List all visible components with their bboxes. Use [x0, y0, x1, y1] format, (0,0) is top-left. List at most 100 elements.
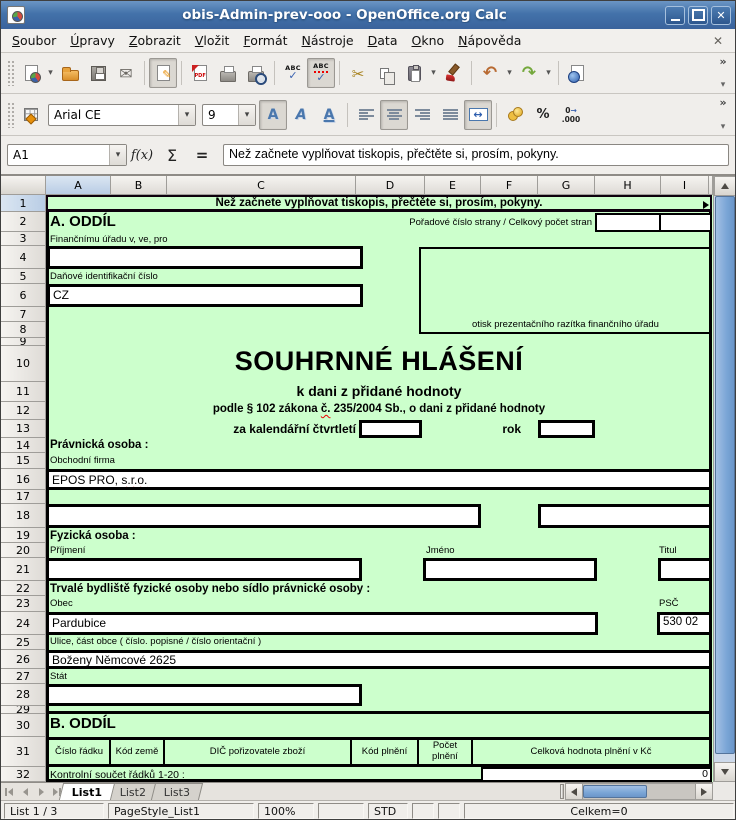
auto-spellcheck-button[interactable]: ABC ✓	[307, 58, 335, 88]
legal-extra-field-2[interactable]	[538, 504, 712, 528]
row-header-cell[interactable]: 4	[1, 246, 46, 269]
column-header-g[interactable]: G	[538, 176, 595, 195]
maximize-button[interactable]	[688, 6, 708, 25]
row-header-cell[interactable]: 10	[1, 346, 46, 382]
row-header-cell[interactable]: 20	[1, 543, 46, 558]
toolbar-more-button[interactable]: »	[719, 55, 726, 68]
menu-nastroje[interactable]: Nástroje	[295, 31, 361, 50]
row-header-cell[interactable]: 28	[1, 684, 46, 706]
function-wizard-button[interactable]: f(x)	[129, 143, 155, 167]
row-header-cell[interactable]: 5	[1, 269, 46, 284]
scroll-left-button[interactable]	[566, 784, 583, 799]
toolbar-grip[interactable]	[7, 102, 14, 128]
firstname-field[interactable]	[423, 558, 597, 581]
degree-field[interactable]	[658, 558, 712, 581]
print-button[interactable]	[214, 58, 242, 88]
menu-okno[interactable]: Okno	[405, 31, 452, 50]
vertical-scroll-thumb[interactable]	[715, 196, 735, 754]
close-button[interactable]	[711, 6, 731, 25]
close-document-icon[interactable]: ✕	[705, 34, 731, 48]
row-header-cell[interactable]: 14	[1, 438, 46, 453]
dic-field[interactable]: CZ	[47, 284, 363, 307]
fin-office-field[interactable]	[47, 246, 363, 269]
row-header-cell[interactable]: 15	[1, 453, 46, 469]
row-header-cell[interactable]: 16	[1, 469, 46, 490]
sheet-tab-list3[interactable]: List3	[151, 783, 203, 800]
new-document-button[interactable]	[17, 58, 45, 88]
quarter-field[interactable]	[359, 420, 422, 438]
paste-dropdown[interactable]	[428, 58, 439, 88]
row-header-cell[interactable]: 18	[1, 504, 46, 528]
underline-button[interactable]: A	[315, 100, 343, 130]
column-header-d[interactable]: D	[356, 176, 425, 195]
justify-button[interactable]	[436, 100, 464, 130]
scroll-down-button[interactable]	[714, 762, 736, 782]
next-sheet-button[interactable]	[33, 783, 49, 800]
pane-splitter[interactable]	[560, 784, 564, 799]
menu-data[interactable]: Data	[361, 31, 405, 50]
page-number-cell[interactable]	[597, 215, 661, 230]
page-total-cell[interactable]	[661, 215, 710, 230]
redo-dropdown[interactable]	[543, 58, 554, 88]
column-header-c[interactable]: C	[167, 176, 356, 195]
row-header-cell[interactable]: 1	[1, 195, 46, 212]
toolbar-more-button[interactable]: »	[719, 96, 726, 109]
toolbar-options-button[interactable]	[721, 72, 726, 91]
font-size-combo[interactable]: 9	[202, 104, 256, 126]
select-all-corner[interactable]	[1, 176, 46, 195]
row-header-cell[interactable]: 11	[1, 382, 46, 402]
menu-format[interactable]: Formát	[236, 31, 294, 50]
number-format-button[interactable]: 0→ .000	[557, 100, 585, 130]
menu-napoveda[interactable]: Nápověda	[451, 31, 528, 50]
menu-soubor[interactable]: Soubor	[5, 31, 63, 50]
percent-format-button[interactable]: %	[529, 100, 557, 130]
italic-button[interactable]: A	[287, 100, 315, 130]
company-field[interactable]: EPOS PRO, s.r.o.	[46, 469, 712, 490]
menu-zobrazit[interactable]: Zobrazit	[122, 31, 188, 50]
row-header-cell[interactable]: 24	[1, 612, 46, 635]
page-preview-button[interactable]	[242, 58, 270, 88]
edit-file-button[interactable]: ✎	[149, 58, 177, 88]
row-header-cell[interactable]: 19	[1, 528, 46, 543]
first-sheet-button[interactable]	[1, 783, 17, 800]
column-header-b[interactable]: B	[111, 176, 167, 195]
row-header-cell[interactable]: 7	[1, 307, 46, 322]
street-field[interactable]: Boženy Němcové 2625	[46, 650, 712, 669]
row-header-cell[interactable]: 6	[1, 284, 46, 307]
cell-reference[interactable]: A1	[8, 148, 109, 162]
zip-field[interactable]: 530 02	[657, 612, 712, 635]
align-left-button[interactable]	[352, 100, 380, 130]
sum-button[interactable]: Σ	[159, 143, 185, 167]
column-header-i[interactable]: I	[661, 176, 709, 195]
row-header-cell[interactable]: 25	[1, 635, 46, 650]
undo-dropdown[interactable]	[504, 58, 515, 88]
toolbar-grip[interactable]	[7, 60, 14, 86]
row-header-cell[interactable]: 8	[1, 322, 46, 338]
sheet-area[interactable]: Než začnete vyplňovat tiskopis, přečtěte…	[46, 195, 713, 782]
hyperlink-button[interactable]	[563, 58, 591, 88]
copy-button[interactable]	[372, 58, 400, 88]
column-header-e[interactable]: E	[425, 176, 481, 195]
surname-field[interactable]	[46, 558, 362, 581]
row-header-cell[interactable]: 21	[1, 558, 46, 581]
row-header-cell[interactable]: 3	[1, 232, 46, 246]
minimize-button[interactable]	[665, 6, 685, 25]
formula-input-line[interactable]: Než začnete vyplňovat tiskopis, přečtěte…	[223, 144, 729, 166]
export-pdf-button[interactable]: PDF	[186, 58, 214, 88]
toolbar-options-button[interactable]	[721, 114, 726, 133]
zoom-panel[interactable]: 100%	[258, 803, 314, 819]
control-sum-cell[interactable]: 0	[481, 767, 712, 782]
title-bar[interactable]: obis-Admin-prev-ooo - OpenOffice.org Cal…	[1, 1, 735, 29]
align-center-button[interactable]	[380, 100, 408, 130]
redo-button[interactable]	[515, 58, 543, 88]
note-row[interactable]: Než začnete vyplňovat tiskopis, přečtěte…	[46, 195, 712, 212]
page-counter-boxes[interactable]	[595, 213, 712, 232]
row-header-cell[interactable]: 12	[1, 402, 46, 420]
scroll-right-button[interactable]	[695, 784, 712, 799]
cut-button[interactable]	[344, 58, 372, 88]
previous-sheet-button[interactable]	[17, 783, 33, 800]
undo-button[interactable]	[476, 58, 504, 88]
row-header-cell[interactable]: 29	[1, 706, 46, 714]
spellcheck-button[interactable]: ABC ✓	[279, 58, 307, 88]
function-button[interactable]: =	[189, 143, 215, 167]
